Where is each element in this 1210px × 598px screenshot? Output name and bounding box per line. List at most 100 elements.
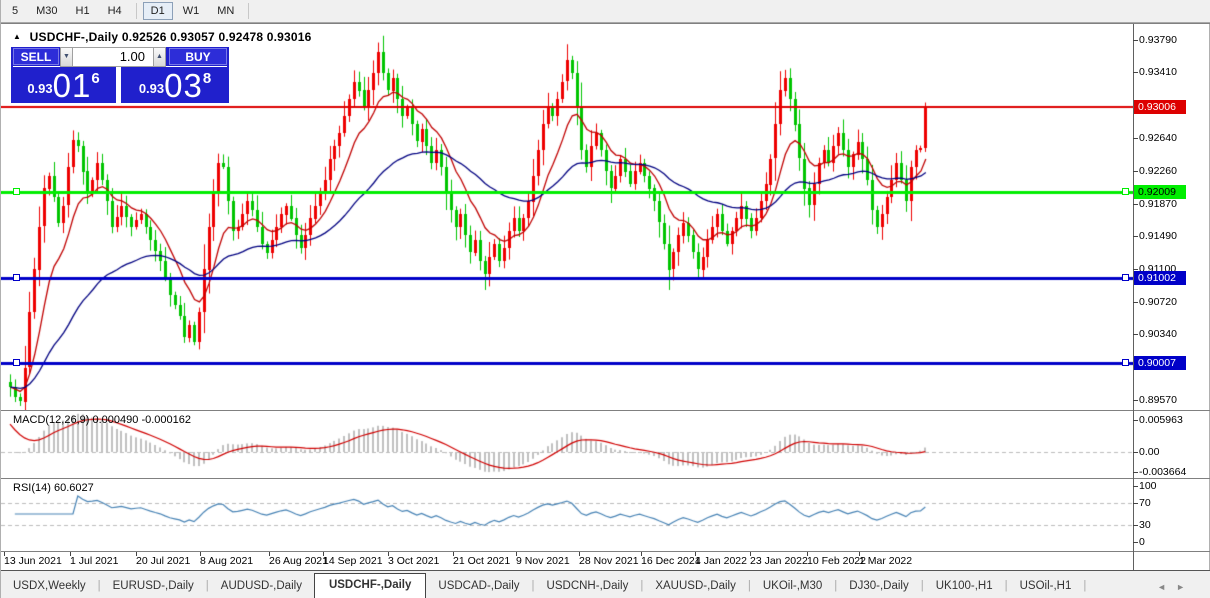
x-axis-date-label: 28 Nov 2021: [579, 555, 639, 567]
hline-handle[interactable]: [13, 188, 20, 195]
y-axis-label: 0.91870: [1139, 198, 1177, 211]
macd-axis-label: -0.003664: [1139, 466, 1186, 479]
timeframe-toolbar: 5M30H1H4 D1W1MN: [1, 0, 1210, 23]
x-axis-date-label: 13 Jun 2021: [4, 555, 62, 567]
price-line-flag: 0.90007: [1134, 356, 1186, 370]
sell-price-prefix: 0.93: [27, 81, 52, 96]
tab-scroll-buttons[interactable]: ◄►: [1157, 582, 1195, 592]
buy-price-display[interactable]: 0.93038: [121, 68, 229, 103]
rsi-axis-tick: [1133, 542, 1138, 543]
chart-tab-bar: USDX,Weekly|EURUSD-,Daily|AUDUSD-,DailyU…: [1, 571, 1210, 598]
rsi-axis-tick: [1133, 486, 1138, 487]
one-click-trading-panel: SELL ▼ 1.00 ▲ BUY 0.93016 0.93038: [11, 47, 229, 103]
x-axis-date-label: 1 Jul 2021: [70, 555, 118, 567]
macd-value-main: 0.000490: [92, 414, 138, 426]
x-axis-date-label: 10 Feb 2022: [807, 555, 866, 567]
macd-axis-tick: [1133, 452, 1138, 453]
buy-button[interactable]: BUY: [169, 48, 227, 65]
macd-label: MACD(12,26,9) 0.000490 -0.000162: [13, 414, 191, 426]
tab-separator: |: [1083, 576, 1086, 598]
macd-axis-tick: [1133, 420, 1138, 421]
sell-button[interactable]: SELL: [13, 48, 59, 65]
macd-axis-tick: [1133, 472, 1138, 473]
y-axis-label: 0.93790: [1139, 34, 1177, 47]
toolbar-separator: [136, 3, 137, 19]
tab-eurusd-daily[interactable]: EURUSD-,Daily: [101, 576, 206, 598]
price-line-flag: 0.93006: [1134, 100, 1186, 114]
volume-input[interactable]: 1.00: [72, 47, 154, 67]
date-axis-separator: [1, 551, 1210, 552]
rsi-axis-label: 30: [1139, 519, 1151, 532]
y-axis-label: 0.89570: [1139, 394, 1177, 407]
x-axis-date-label: 3 Oct 2021: [388, 555, 439, 567]
y-axis-tick: [1133, 138, 1138, 139]
rsi-label: RSI(14) 60.6027: [13, 482, 94, 494]
timeframe-button-h4[interactable]: H4: [100, 2, 130, 20]
hline-handle[interactable]: [13, 359, 20, 366]
tab-dj30-daily[interactable]: DJ30-,Daily: [837, 576, 920, 598]
tab-usdcad-daily[interactable]: USDCAD-,Daily: [426, 576, 531, 598]
y-axis-label: 0.90720: [1139, 296, 1177, 309]
x-axis-date-label: 4 Jan 2022: [695, 555, 747, 567]
tab-ukoil-m30[interactable]: UKOil-,M30: [751, 576, 834, 598]
sell-price-big: 01: [53, 67, 92, 104]
rsi-indicator-canvas[interactable]: [1, 479, 1133, 551]
tab-audusd-daily[interactable]: AUDUSD-,Daily: [209, 576, 314, 598]
timeframe-button-d1[interactable]: D1: [143, 2, 173, 20]
y-axis-label: 0.92640: [1139, 132, 1177, 145]
timeframe-button-w1[interactable]: W1: [175, 2, 208, 20]
x-axis-date-label: 23 Jan 2022: [750, 555, 808, 567]
rsi-axis-tick: [1133, 525, 1138, 526]
sell-price-pip: 6: [91, 70, 99, 87]
timeframe-button-5[interactable]: 5: [4, 2, 26, 20]
y-axis-tick: [1133, 236, 1138, 237]
macd-name: MACD(12,26,9): [13, 414, 89, 426]
collapse-arrow-icon[interactable]: ▲: [13, 32, 21, 41]
tab-usdx-weekly[interactable]: USDX,Weekly: [1, 576, 98, 598]
tab-usoil-h1[interactable]: USOil-,H1: [1008, 576, 1084, 598]
hline-handle[interactable]: [1122, 359, 1129, 366]
rsi-axis-label: 100: [1139, 480, 1157, 493]
timeframe-button-h1[interactable]: H1: [68, 2, 98, 20]
sell-price-display[interactable]: 0.93016: [11, 68, 116, 103]
timeframe-button-m30[interactable]: M30: [28, 2, 65, 20]
timeframe-button-mn[interactable]: MN: [209, 2, 242, 20]
rsi-value: 60.6027: [54, 482, 94, 494]
rsi-axis-label: 70: [1139, 497, 1151, 510]
tab-scroll-right-icon[interactable]: ►: [1176, 582, 1195, 592]
x-axis-date-label: 14 Sep 2021: [323, 555, 383, 567]
toolbar-separator: [248, 3, 249, 19]
y-axis-tick: [1133, 40, 1138, 41]
macd-axis-label: 0.005963: [1139, 414, 1183, 427]
y-axis-label: 0.92260: [1139, 165, 1177, 178]
rsi-name: RSI(14): [13, 482, 51, 494]
hline-handle[interactable]: [1122, 274, 1129, 281]
hline-handle[interactable]: [13, 274, 20, 281]
x-axis-date-label: 9 Nov 2021: [516, 555, 570, 567]
tab-usdchf-daily[interactable]: USDCHF-,Daily: [314, 573, 426, 598]
chart-title: ▲ USDCHF-,Daily 0.92526 0.93057 0.92478 …: [13, 30, 312, 44]
tab-uk100-h1[interactable]: UK100-,H1: [924, 576, 1005, 598]
hline-handle[interactable]: [1122, 188, 1129, 195]
x-axis-date-label: 1 Mar 2022: [859, 555, 912, 567]
x-axis-date-label: 26 Aug 2021: [269, 555, 328, 567]
buy-price-prefix: 0.93: [139, 81, 164, 96]
y-axis-tick: [1133, 204, 1138, 205]
macd-value-signal: -0.000162: [141, 414, 191, 426]
y-axis-tick: [1133, 302, 1138, 303]
chart-ohlc-values: 0.92526 0.93057 0.92478 0.93016: [122, 30, 312, 44]
volume-increase-button[interactable]: ▲: [153, 47, 166, 67]
macd-axis-label: 0.00: [1139, 446, 1159, 459]
tab-usdcnh-daily[interactable]: USDCNH-,Daily: [535, 576, 641, 598]
x-axis-date-label: 20 Jul 2021: [136, 555, 190, 567]
x-axis-date-label: 8 Aug 2021: [200, 555, 253, 567]
y-axis-tick: [1133, 334, 1138, 335]
x-axis-date-label: 16 Dec 2021: [641, 555, 701, 567]
buy-price-pip: 8: [203, 70, 211, 87]
tab-xauusd-daily[interactable]: XAUUSD-,Daily: [643, 576, 748, 598]
rsi-axis-label: 0: [1139, 536, 1145, 549]
x-axis-date-label: 21 Oct 2021: [453, 555, 510, 567]
tab-scroll-left-icon[interactable]: ◄: [1157, 582, 1176, 592]
y-axis-tick: [1133, 72, 1138, 73]
y-axis-tick: [1133, 400, 1138, 401]
